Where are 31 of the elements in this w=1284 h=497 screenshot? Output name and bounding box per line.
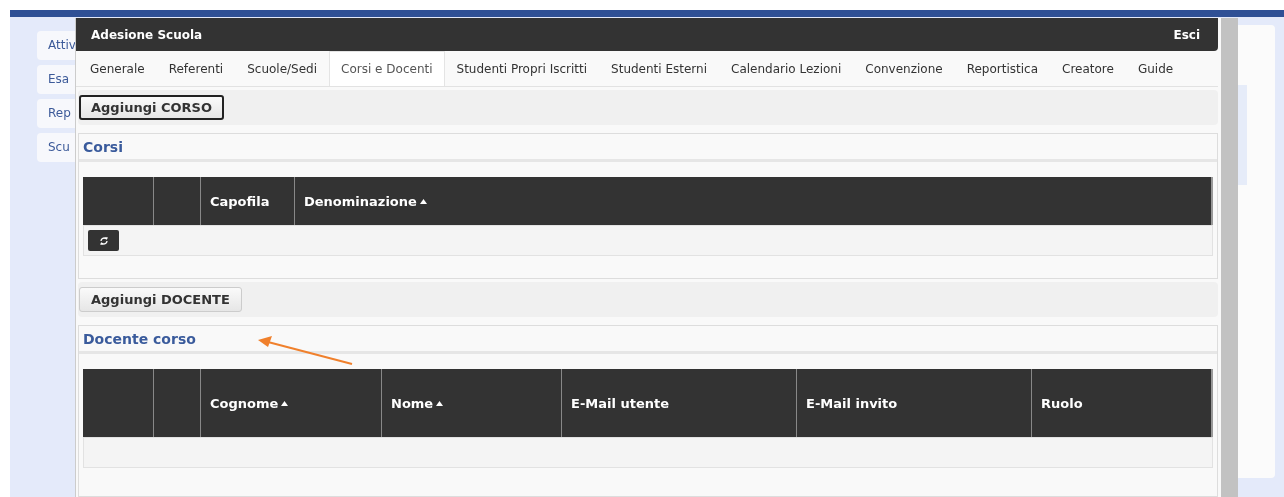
tab[interactable]: Studenti Esterni <box>599 51 720 86</box>
exit-button[interactable]: Esci <box>1173 27 1200 42</box>
window-title: Adesione Scuola <box>91 27 203 42</box>
tab[interactable]: Corsi e Docenti <box>329 51 445 86</box>
tab[interactable]: Scuole/Sedi <box>235 51 330 86</box>
column-label: Cognome <box>210 395 279 411</box>
menu-item[interactable]: Attiv <box>37 31 77 60</box>
refresh-icon <box>98 235 109 246</box>
tab[interactable]: Calendario Lezioni <box>719 51 854 86</box>
column-label: Capofila <box>210 193 270 209</box>
add-button[interactable]: Aggiungi CORSO <box>79 95 224 120</box>
menu-item[interactable]: Esa <box>37 65 77 94</box>
menu-item[interactable]: Scu <box>37 133 77 162</box>
tab[interactable]: Generale <box>78 51 157 86</box>
column-label: Nome <box>391 395 434 411</box>
menu-item[interactable]: Rep <box>37 99 77 128</box>
tab[interactable]: Creatore <box>1050 51 1126 86</box>
column-label: Ruolo <box>1041 395 1083 411</box>
tab[interactable]: Referenti <box>156 51 236 86</box>
panel-title: Corsi <box>79 134 1217 162</box>
tab[interactable]: Studenti Propri Iscritti <box>444 51 600 86</box>
panel-title: Docente corso <box>79 326 1217 354</box>
column-label: Denominazione <box>304 193 417 209</box>
column-label: E-Mail utente <box>571 395 669 411</box>
tab[interactable]: Guide <box>1125 51 1186 86</box>
tab[interactable]: Reportistica <box>954 51 1051 86</box>
scrollbar[interactable] <box>1221 18 1238 497</box>
add-button[interactable]: Aggiungi DOCENTE <box>79 287 242 312</box>
refresh-button[interactable] <box>88 230 119 251</box>
tab[interactable]: Convenzione <box>853 51 955 86</box>
column-label: E-Mail invito <box>806 395 898 411</box>
